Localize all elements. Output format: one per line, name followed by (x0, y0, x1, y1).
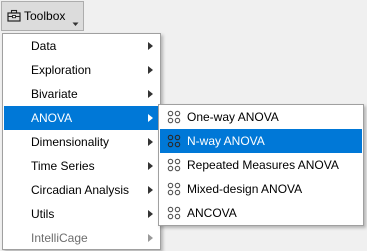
chevron-right-icon (148, 90, 153, 98)
menu-item-bivariate[interactable]: Bivariate (4, 82, 159, 106)
chevron-right-icon (148, 66, 153, 74)
toolbox-label: Toolbox (24, 9, 66, 23)
menu-item-label: ANCOVA (187, 206, 237, 220)
menu-item-label: Bivariate (31, 87, 78, 101)
menu-item-label: Dimensionality (31, 135, 110, 149)
chevron-right-icon (148, 210, 153, 218)
menu-item-exploration[interactable]: Exploration (4, 58, 159, 82)
menu-item-time-series[interactable]: Time Series (4, 154, 159, 178)
menu-item-label: Mixed-design ANOVA (187, 182, 303, 196)
widget-icon (167, 158, 181, 172)
menu-item-dimensionality[interactable]: Dimensionality (4, 130, 159, 154)
menu-item-anova[interactable]: ANOVA (4, 106, 159, 130)
menu-item-one-way-anova[interactable]: One-way ANOVA (160, 105, 362, 129)
toolbox-icon (7, 9, 21, 22)
menu-item-label: Time Series (31, 159, 95, 173)
app-window: Toolbox Data Exploration Bivariate ANOVA… (0, 0, 367, 251)
menu-item-label: Data (31, 39, 57, 53)
menu-item-label: One-way ANOVA (187, 110, 279, 124)
widget-icon (167, 182, 181, 196)
chevron-right-icon (148, 234, 153, 242)
chevron-right-icon (148, 114, 153, 122)
toolbox-menu: Data Exploration Bivariate ANOVA Dimensi… (2, 33, 161, 250)
menu-item-label: Exploration (31, 63, 92, 77)
widget-icon (167, 134, 181, 148)
chevron-right-icon (148, 186, 153, 194)
menu-item-label: Repeated Measures ANOVA (187, 158, 339, 172)
chevron-right-icon (148, 138, 153, 146)
toolbox-button[interactable]: Toolbox (1, 1, 84, 31)
menu-item-label: ANOVA (31, 111, 73, 125)
menu-item-utils[interactable]: Utils (4, 202, 159, 226)
chevron-right-icon (148, 42, 153, 50)
widget-icon (167, 110, 181, 124)
menu-item-circadian-analysis[interactable]: Circadian Analysis (4, 178, 159, 202)
menu-item-intellicage: IntelliCage (4, 226, 159, 250)
menu-item-label: IntelliCage (31, 231, 88, 245)
menu-item-label: Utils (31, 207, 55, 221)
menu-item-ancova[interactable]: ANCOVA (160, 201, 362, 225)
toolbar: Toolbox (0, 0, 367, 33)
menu-item-data[interactable]: Data (4, 34, 159, 58)
chevron-right-icon (148, 162, 153, 170)
anova-submenu: One-way ANOVA N-way ANOVA Repeated Measu… (158, 104, 364, 226)
menu-item-repeated-measures-anova[interactable]: Repeated Measures ANOVA (160, 153, 362, 177)
chevron-down-icon (72, 22, 79, 26)
menu-item-n-way-anova[interactable]: N-way ANOVA (160, 129, 362, 153)
menu-item-mixed-design-anova[interactable]: Mixed-design ANOVA (160, 177, 362, 201)
widget-icon (167, 206, 181, 220)
menu-item-label: N-way ANOVA (187, 134, 265, 148)
menu-item-label: Circadian Analysis (31, 183, 130, 197)
